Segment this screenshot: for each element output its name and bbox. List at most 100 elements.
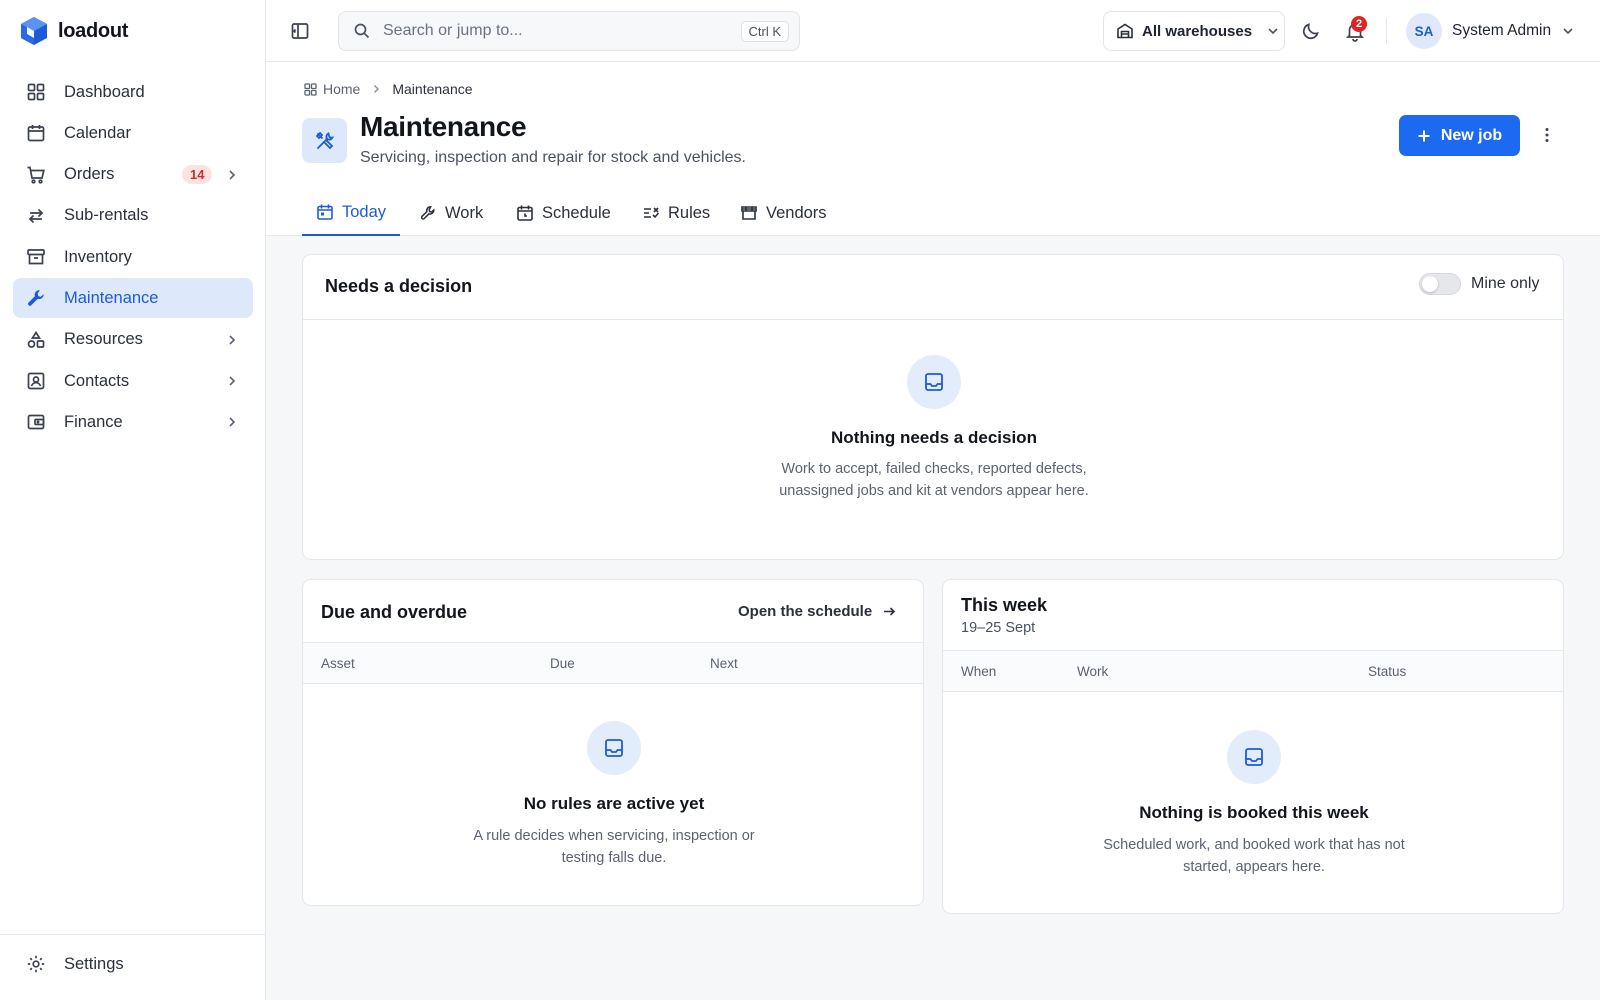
new-job-label: New job (1440, 126, 1503, 144)
empty-state-title: Nothing needs a decision (831, 428, 1037, 447)
sidebar-item-resources[interactable]: Resources (13, 320, 253, 360)
table-header: When Work Status (943, 651, 1563, 692)
header-divider (1386, 18, 1387, 44)
tab-label: Rules (668, 203, 711, 222)
column-header-next: Next (710, 656, 738, 671)
sidebar-item-label: Maintenance (64, 288, 159, 307)
sidebar: loadout Dashboard Calendar Orders 14 Sub… (0, 0, 266, 1000)
sidebar-item-label: Calendar (64, 123, 131, 142)
chevron-right-icon (370, 83, 382, 95)
page-title: Maintenance (360, 111, 527, 142)
tab-label: Schedule (542, 203, 611, 222)
column-header-status: Status (1368, 664, 1407, 679)
empty-state-text: A rule decides when servicing, inspectio… (473, 828, 755, 866)
tab-label: Vendors (766, 203, 827, 222)
user-menu[interactable]: SA System Admin (1406, 13, 1575, 49)
search-box[interactable]: Ctrl K (338, 11, 800, 51)
inbox-icon (587, 721, 641, 775)
sidebar-item-contacts[interactable]: Contacts (13, 361, 253, 401)
sidebar-item-label: Resources (64, 330, 143, 349)
open-schedule-label: Open the schedule (738, 603, 873, 620)
plus-icon (1417, 129, 1431, 143)
sidebar-item-label: Orders (64, 165, 115, 184)
warehouse-icon (1116, 22, 1134, 40)
table-header: Asset Due Next (303, 643, 923, 684)
chevron-right-icon[interactable] (225, 333, 239, 347)
sidebar-toggle-icon[interactable] (290, 21, 310, 41)
breadcrumb: Home Maintenance (304, 81, 473, 97)
card-title: Needs a decision (325, 276, 473, 296)
tab-today[interactable]: Today (302, 190, 401, 236)
more-vertical-icon[interactable] (1536, 124, 1558, 146)
sidebar-nav: Dashboard Calendar Orders 14 Sub-rentals… (13, 72, 253, 444)
brand[interactable]: loadout (20, 16, 128, 46)
sidebar-item-label: Dashboard (64, 82, 145, 101)
card-header: Needs a decision Mine only (303, 255, 1563, 320)
sidebar-item-orders[interactable]: Orders 14 (13, 155, 253, 195)
cart-icon (26, 165, 46, 185)
tab-work[interactable]: Work (406, 190, 497, 236)
empty-state-text: Work to accept, failed checks, reported … (779, 461, 1089, 499)
tab-vendors[interactable]: Vendors (726, 190, 841, 236)
chevron-right-icon[interactable] (225, 168, 239, 182)
sidebar-item-calendar[interactable]: Calendar (13, 113, 253, 153)
card-header: Due and overdue Open the schedule (303, 580, 923, 643)
logo-cube-icon (20, 16, 48, 46)
sidebar-item-finance[interactable]: Finance (13, 402, 253, 442)
card-header: This week 19–25 Sept (943, 580, 1563, 651)
search-input[interactable] (383, 22, 733, 40)
calendar-clock-icon (516, 204, 534, 222)
sidebar-item-maintenance[interactable]: Maintenance (13, 278, 253, 319)
warehouse-select-label: All warehouses (1142, 22, 1253, 40)
wallet-icon (26, 412, 46, 432)
tab-label: Work (445, 203, 484, 222)
swap-icon (26, 206, 46, 226)
card-title: This week (961, 595, 1048, 615)
orders-count-badge: 14 (182, 164, 213, 184)
wrench-icon (26, 288, 46, 308)
maintenance-tools-icon (302, 118, 347, 163)
search-shortcut-hint: Ctrl K (740, 21, 789, 42)
tab-rules[interactable]: Rules (628, 190, 724, 236)
due-overdue-card: Due and overdue Open the schedule Asset … (302, 579, 924, 906)
card-title: Due and overdue (321, 602, 468, 622)
warehouse-select[interactable]: All warehouses (1103, 11, 1285, 51)
chevron-down-icon (1266, 24, 1280, 38)
sidebar-item-label: Inventory (64, 247, 132, 266)
empty-state-title: Nothing is booked this week (1139, 803, 1369, 822)
notification-count-badge: 2 (1351, 16, 1367, 32)
empty-state-title: No rules are active yet (523, 794, 705, 813)
brand-name: loadout (58, 19, 129, 42)
sidebar-item-inventory[interactable]: Inventory (13, 237, 253, 277)
open-schedule-link[interactable]: Open the schedule (738, 603, 897, 620)
moon-icon[interactable] (1300, 20, 1322, 42)
tab-schedule[interactable]: Schedule (502, 190, 625, 236)
mine-only-toggle[interactable] (1419, 273, 1461, 295)
chevron-down-icon (1561, 24, 1575, 38)
user-name: System Admin (1452, 22, 1552, 39)
chevron-right-icon[interactable] (225, 415, 239, 429)
sidebar-item-dashboard[interactable]: Dashboard (13, 72, 253, 112)
sidebar-item-sub-rentals[interactable]: Sub-rentals (13, 196, 253, 236)
tab-label: Today (342, 202, 387, 221)
column-header-due: Due (550, 656, 575, 671)
new-job-button[interactable]: New job (1399, 115, 1520, 156)
grid-icon (26, 82, 46, 102)
shapes-icon (26, 330, 46, 350)
settings-label: Settings (64, 954, 124, 973)
chevron-right-icon[interactable] (225, 374, 239, 388)
contact-card-icon (26, 371, 46, 391)
store-icon (740, 204, 758, 222)
breadcrumb-home[interactable]: Home (323, 81, 360, 97)
calendar-today-icon (316, 203, 334, 221)
search-icon (353, 22, 371, 40)
sidebar-item-settings[interactable]: Settings (26, 954, 124, 974)
page-subtitle: Servicing, inspection and repair for sto… (360, 149, 746, 166)
mine-only-label: Mine only (1471, 275, 1540, 292)
gear-icon (26, 954, 46, 974)
date-range: 19–25 Sept (961, 620, 1036, 636)
top-bar: Ctrl K All warehouses 2 SA System Admin (266, 0, 1600, 62)
needs-decision-card: Needs a decision Mine only Nothing needs… (302, 254, 1564, 560)
list-check-icon (642, 204, 660, 222)
wrench-icon (420, 205, 437, 222)
